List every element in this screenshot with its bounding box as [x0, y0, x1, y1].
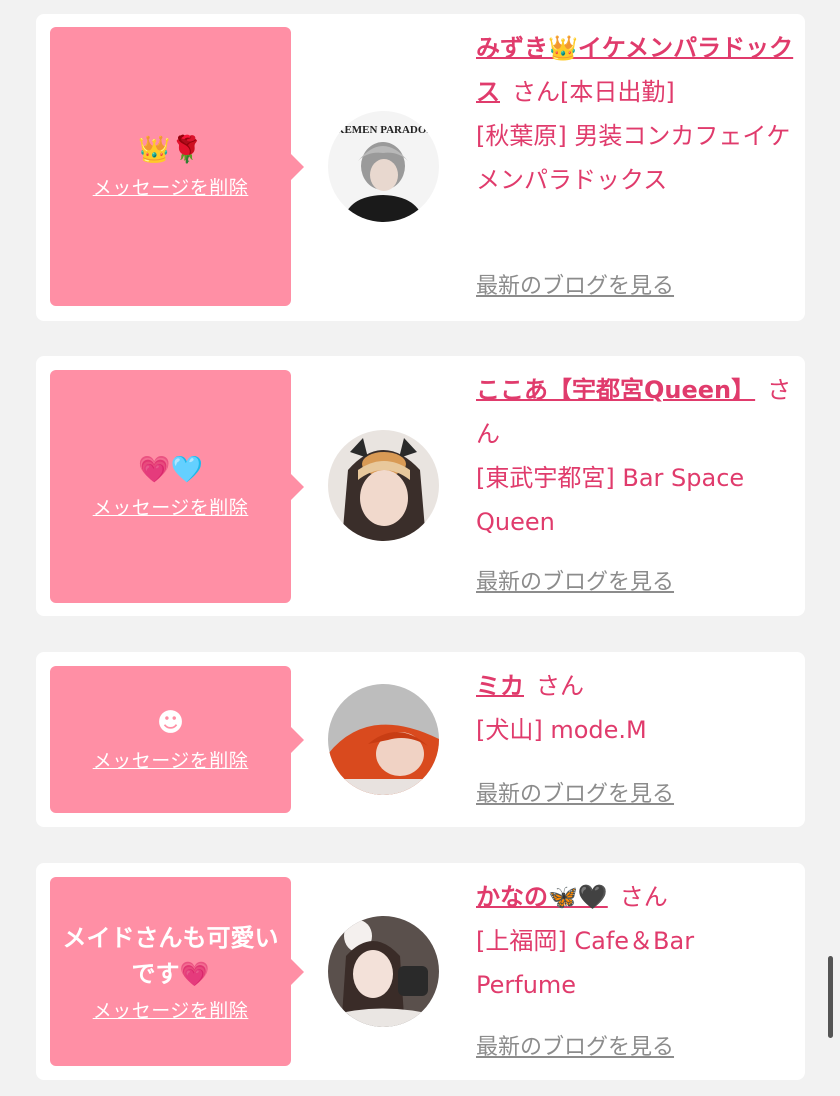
favorite-card: メイドさんも可愛いです💗 メッセージを削除 かなの🦋🖤 さん [上福岡] Cafe…	[36, 863, 805, 1080]
message-bubble: メイドさんも可愛いです💗 メッセージを削除	[50, 877, 304, 1066]
message-text: メイドさんも可愛いです💗	[62, 924, 279, 988]
cast-name-link[interactable]: ミカ	[476, 672, 524, 700]
message-text: 👑🌹	[138, 135, 203, 165]
scrollbar[interactable]	[828, 956, 833, 1038]
avatar[interactable]	[328, 430, 439, 541]
delete-message-link[interactable]: メッセージを削除	[93, 173, 249, 200]
avatar-logo-text: IKEMEN PARADOX	[332, 124, 435, 136]
latest-blog-link[interactable]: 最新のブログを見る	[476, 268, 674, 300]
avatar[interactable]: IKEMEN PARADOX	[328, 111, 439, 222]
avatar[interactable]	[328, 684, 439, 795]
cast-info: ここあ【宇都宮Queen】 さん [東武宇都宮] Bar Space Queen	[476, 368, 794, 544]
shop-text: [東武宇都宮] Bar Space Queen	[476, 464, 745, 536]
favorite-card: 👑🌹 メッセージを削除 IKEMEN PARADOX みずき👑イケメンパラドック…	[36, 14, 805, 321]
shop-text: [秋葉原] 男装コンカフェイケメンパラドックス	[476, 122, 791, 194]
message-bubble: 💗🩵 メッセージを削除	[50, 370, 304, 603]
favorite-card: 💗🩵 メッセージを削除 ここあ【宇都宮Queen】 さん [東武宇都宮] Bar …	[36, 356, 805, 616]
message-bubble: ☻ メッセージを削除	[50, 666, 304, 813]
latest-blog-link[interactable]: 最新のブログを見る	[476, 564, 674, 596]
cast-info: ミカ さん [犬山] mode.M	[476, 664, 794, 752]
shop-text: [上福岡] Cafe＆Bar Perfume	[476, 927, 695, 999]
latest-blog-link[interactable]: 最新のブログを見る	[476, 776, 674, 808]
delete-message-link[interactable]: メッセージを削除	[93, 493, 249, 520]
cast-info: かなの🦋🖤 さん [上福岡] Cafe＆Bar Perfume	[476, 875, 794, 1007]
cast-name-link[interactable]: ここあ【宇都宮Queen】	[476, 376, 755, 404]
favorite-card: ☻ メッセージを削除 ミカ さん [犬山] mode.M 最新のブログを見る	[36, 652, 805, 827]
message-bubble: 👑🌹 メッセージを削除	[50, 27, 304, 306]
latest-blog-link[interactable]: 最新のブログを見る	[476, 1029, 674, 1061]
honorific: さん	[536, 672, 584, 700]
honorific: さん[本日出勤]	[512, 78, 675, 106]
honorific: さん	[619, 883, 668, 911]
message-text: 💗🩵	[138, 455, 203, 485]
message-text: ☻	[156, 708, 185, 738]
avatar[interactable]	[328, 916, 439, 1027]
cast-name-link[interactable]: かなの🦋🖤	[476, 883, 608, 911]
delete-message-link[interactable]: メッセージを削除	[93, 746, 249, 773]
cast-info: みずき👑イケメンパラドックス さん[本日出勤] [秋葉原] 男装コンカフェイケメン…	[476, 26, 794, 202]
shop-text: [犬山] mode.M	[476, 716, 647, 744]
delete-message-link[interactable]: メッセージを削除	[93, 996, 249, 1023]
